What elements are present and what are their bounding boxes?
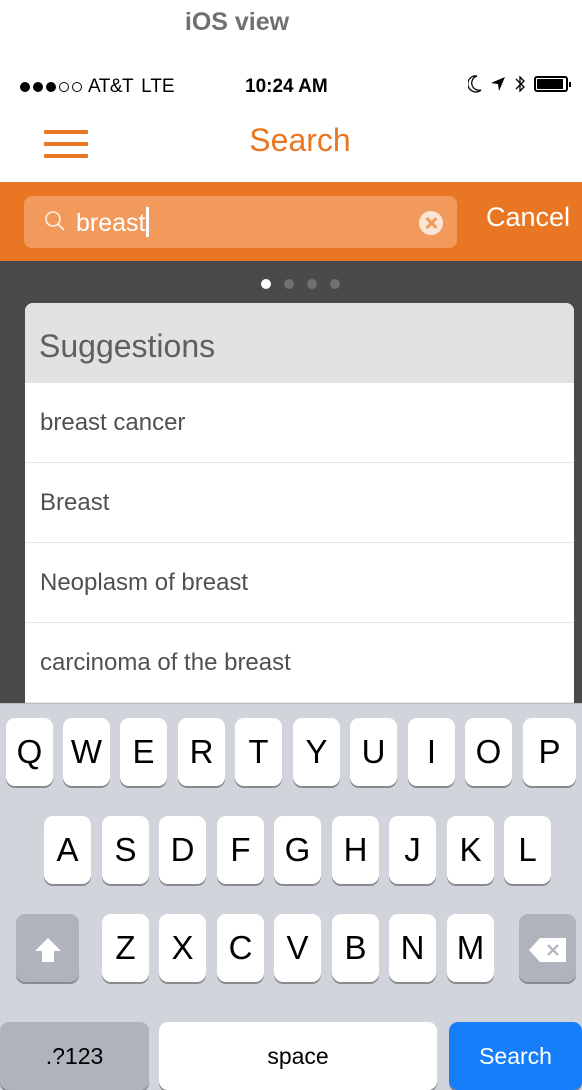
keyboard: Q W E R T Y U I O P A S D F G H J K L Z … xyxy=(0,703,582,1090)
search-query-text: breast xyxy=(76,209,146,237)
suggestions-card: Suggestions breast cancer Breast Neoplas… xyxy=(25,303,574,723)
carrier-name: AT&T xyxy=(88,76,134,97)
key-g[interactable]: G xyxy=(274,816,321,884)
key-r[interactable]: R xyxy=(178,718,225,786)
key-h[interactable]: H xyxy=(332,816,379,884)
shift-key[interactable] xyxy=(16,914,79,982)
key-y[interactable]: Y xyxy=(293,718,340,786)
nav-bar: Search xyxy=(0,106,582,182)
backspace-key[interactable] xyxy=(519,914,576,982)
status-time: 10:24 AM xyxy=(245,76,328,97)
key-l[interactable]: L xyxy=(504,816,551,884)
page-indicator[interactable] xyxy=(0,279,582,289)
key-u[interactable]: U xyxy=(350,718,397,786)
status-icons xyxy=(468,74,571,94)
battery-icon xyxy=(534,76,571,92)
page-caption: iOS view xyxy=(184,8,290,36)
text-caret xyxy=(146,207,150,237)
key-i[interactable]: I xyxy=(408,718,455,786)
cancel-button[interactable]: Cancel xyxy=(486,202,570,233)
key-v[interactable]: V xyxy=(274,914,321,982)
network-type: LTE xyxy=(141,76,175,97)
page-dot xyxy=(306,279,317,289)
suggestion-item[interactable]: Neoplasm of breast xyxy=(25,543,574,623)
search-query: breast xyxy=(76,207,150,238)
key-k[interactable]: K xyxy=(447,816,494,884)
key-c[interactable]: C xyxy=(217,914,264,982)
search-input[interactable]: breast xyxy=(24,196,457,248)
search-key[interactable]: Search xyxy=(449,1022,582,1090)
page-title: Search xyxy=(249,122,351,158)
moon-icon xyxy=(468,75,482,93)
suggestions-header: Suggestions xyxy=(25,303,574,383)
key-a[interactable]: A xyxy=(44,816,91,884)
key-p[interactable]: P xyxy=(523,718,576,786)
key-t[interactable]: T xyxy=(235,718,282,786)
search-icon xyxy=(45,211,65,231)
numbers-key[interactable]: .?123 xyxy=(0,1022,149,1090)
key-f[interactable]: F xyxy=(217,816,264,884)
space-key[interactable]: space xyxy=(159,1022,437,1090)
backspace-icon xyxy=(528,938,566,963)
page-dot xyxy=(329,279,340,289)
key-s[interactable]: S xyxy=(102,816,149,884)
key-e[interactable]: E xyxy=(120,718,167,786)
suggestion-item[interactable]: breast cancer xyxy=(25,383,574,463)
shift-icon xyxy=(34,938,61,963)
content-area: Suggestions breast cancer Breast Neoplas… xyxy=(0,261,582,723)
key-x[interactable]: X xyxy=(159,914,206,982)
page-dot xyxy=(283,279,294,289)
search-bar: breast Cancel xyxy=(0,182,582,261)
page-dot xyxy=(260,279,271,289)
carrier-info: AT&T LTE xyxy=(20,76,175,98)
status-bar: AT&T LTE 10:24 AM xyxy=(0,70,582,106)
suggestion-item[interactable]: carcinoma of the breast xyxy=(25,623,574,703)
location-arrow-icon xyxy=(491,77,505,91)
signal-strength-icon xyxy=(20,82,82,92)
key-z[interactable]: Z xyxy=(102,914,149,982)
key-o[interactable]: O xyxy=(465,718,512,786)
key-m[interactable]: M xyxy=(447,914,494,982)
clear-icon[interactable] xyxy=(419,211,443,235)
key-d[interactable]: D xyxy=(159,816,206,884)
key-n[interactable]: N xyxy=(389,914,436,982)
key-b[interactable]: B xyxy=(332,914,379,982)
key-j[interactable]: J xyxy=(389,816,436,884)
suggestion-item[interactable]: Breast xyxy=(25,463,574,543)
bluetooth-icon xyxy=(515,75,525,93)
key-q[interactable]: Q xyxy=(6,718,53,786)
key-w[interactable]: W xyxy=(63,718,110,786)
